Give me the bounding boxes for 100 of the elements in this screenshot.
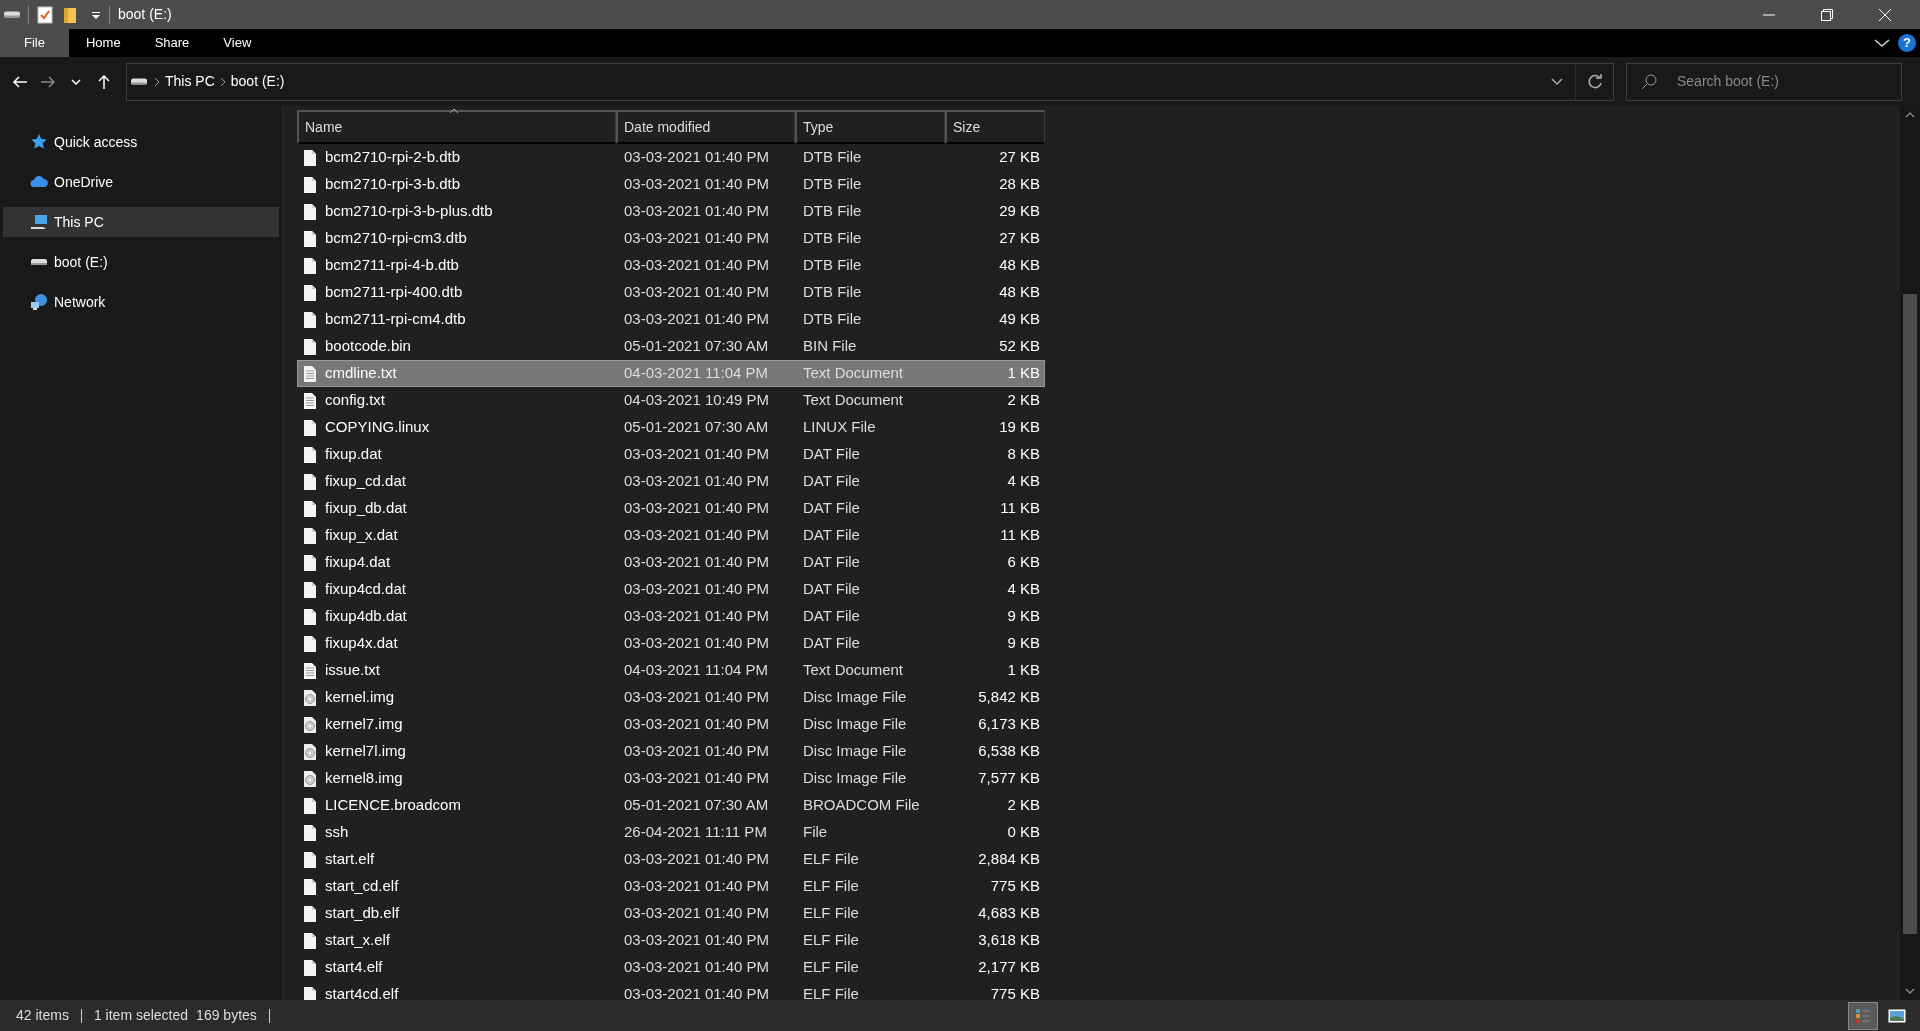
file-name: start4cd.elf xyxy=(325,984,399,1000)
nav-item[interactable]: OneDrive xyxy=(3,167,279,197)
file-row[interactable]: fixup4db.dat 03-03-2021 01:40 PM DAT File 9 KB xyxy=(297,603,1045,630)
expand-ribbon-icon[interactable] xyxy=(1874,38,1890,48)
file-name: ssh xyxy=(325,822,349,843)
file-row[interactable]: start.elf 03-03-2021 01:40 PM ELF File 2,884 KB xyxy=(297,846,1045,873)
search-field[interactable]: Search boot (E:) xyxy=(1675,70,1875,93)
breadcrumb-link[interactable]: This PC xyxy=(161,71,219,92)
file-row[interactable]: fixup_db.dat 03-03-2021 01:40 PM DAT File 11 KB xyxy=(297,495,1045,522)
selection-info: 1 item selected xyxy=(93,1006,189,1025)
file-row[interactable]: kernel7l.img 03-03-2021 01:40 PM Disc Image File 6,538 KB xyxy=(297,738,1045,765)
column-header[interactable]: Type xyxy=(795,110,945,144)
file-size: 6,538 KB xyxy=(977,741,1040,762)
ribbon-tab[interactable]: Home xyxy=(68,29,138,57)
file-row[interactable]: fixup.dat 03-03-2021 01:40 PM DAT File 8 KB xyxy=(297,441,1045,468)
file-row[interactable]: fixup4.dat 03-03-2021 01:40 PM DAT File 6 KB xyxy=(297,549,1045,576)
file-name: config.txt xyxy=(325,390,386,411)
file-type: DAT File xyxy=(802,579,861,600)
file-row[interactable]: start4.elf 03-03-2021 01:40 PM ELF File 2,177 KB xyxy=(297,954,1045,981)
file-row[interactable]: bcm2711-rpi-cm4.dtb 03-03-2021 01:40 PM DTB File 49 KB xyxy=(297,306,1045,333)
file-type: Disc Image File xyxy=(802,741,908,762)
file-type: DTB File xyxy=(802,309,863,330)
file-row[interactable]: bcm2710-rpi-3-b.dtb 03-03-2021 01:40 PM DTB File 28 KB xyxy=(297,171,1045,198)
file-size: 6,173 KB xyxy=(977,714,1040,735)
file-row[interactable]: bcm2710-rpi-3-b-plus.dtb 03-03-2021 01:40 PM DTB File 29 KB xyxy=(297,198,1045,225)
date-modified: 03-03-2021 01:40 PM xyxy=(623,147,771,168)
file-row[interactable]: bcm2711-rpi-4-b.dtb 03-03-2021 01:40 PM DTB File 48 KB xyxy=(297,252,1045,279)
selection-size: 169 bytes xyxy=(196,1006,257,1025)
file-size: 48 KB xyxy=(998,282,1040,303)
help-button[interactable]: ? xyxy=(1898,34,1916,52)
date-modified: 03-03-2021 01:40 PM xyxy=(623,849,771,870)
disc-image-icon xyxy=(303,769,317,788)
file-type: DTB File xyxy=(802,147,863,168)
file-row[interactable]: kernel7.img 03-03-2021 01:40 PM Disc Image File 6,173 KB xyxy=(297,711,1045,738)
folder-icon[interactable] xyxy=(63,5,77,24)
refresh-icon xyxy=(1586,73,1603,90)
date-modified: 05-01-2021 07:30 AM xyxy=(623,417,770,438)
file-name: bcm2711-rpi-cm4.dtb xyxy=(325,309,466,330)
file-size: 775 KB xyxy=(989,876,1040,897)
file-icon xyxy=(303,472,317,491)
file-row[interactable]: bcm2710-rpi-cm3.dtb 03-03-2021 01:40 PM DTB File 27 KB xyxy=(297,225,1045,252)
file-row[interactable]: fixup4x.dat 03-03-2021 01:40 PM DAT File 9 KB xyxy=(297,630,1045,657)
file-row[interactable]: kernel.img 03-03-2021 01:40 PM Disc Image File 5,842 KB xyxy=(297,684,1045,711)
file-name: LICENCE.broadcom xyxy=(325,795,461,816)
date-modified: 03-03-2021 01:40 PM xyxy=(623,471,771,492)
ribbon-tab[interactable]: Share xyxy=(137,29,207,57)
nav-item[interactable]: boot (E:) xyxy=(3,247,279,277)
ribbon-tab[interactable]: View xyxy=(206,29,269,57)
file-size: 4,683 KB xyxy=(977,903,1040,924)
date-modified: 03-03-2021 01:40 PM xyxy=(623,552,771,573)
file-row[interactable]: start4cd.elf 03-03-2021 01:40 PM ELF File 775 KB xyxy=(297,981,1045,1000)
file-row[interactable]: COPYING.linux 05-01-2021 07:30 AM LINUX File 19 KB xyxy=(297,414,1045,441)
file-row[interactable]: ssh 26-04-2021 11:11 PM File 0 KB xyxy=(297,819,1045,846)
file-row[interactable]: fixup4cd.dat 03-03-2021 01:40 PM DAT File 4 KB xyxy=(297,576,1045,603)
date-modified: 05-01-2021 07:30 AM xyxy=(623,336,770,357)
file-row[interactable]: config.txt 04-03-2021 10:49 PM Text Document 2 KB xyxy=(297,387,1045,414)
file-size: 1 KB xyxy=(1006,363,1040,384)
file-menu-tab[interactable]: File xyxy=(0,29,69,57)
nav-item[interactable]: This PC xyxy=(3,207,279,237)
file-row[interactable]: cmdline.txt 04-03-2021 11:04 PM Text Document 1 KB xyxy=(297,360,1045,387)
file-size: 48 KB xyxy=(998,255,1040,276)
file-type: DAT File xyxy=(802,606,861,627)
history-dropdown-icon[interactable] xyxy=(1551,77,1563,86)
details-view-button[interactable] xyxy=(1848,1001,1878,1030)
column-header[interactable]: Size xyxy=(945,110,1045,144)
nav-item[interactable]: Network xyxy=(3,287,279,317)
drive-icon xyxy=(4,11,20,18)
scroll-down-icon[interactable] xyxy=(1905,988,1915,994)
file-row[interactable]: bcm2710-rpi-2-b.dtb 03-03-2021 01:40 PM DTB File 27 KB xyxy=(297,144,1045,171)
date-modified: 03-03-2021 01:40 PM xyxy=(623,444,771,465)
file-row[interactable]: bcm2711-rpi-400.dtb 03-03-2021 01:40 PM DTB File 48 KB xyxy=(297,279,1045,306)
file-row[interactable]: fixup_cd.dat 03-03-2021 01:40 PM DAT File 4 KB xyxy=(297,468,1045,495)
breadcrumb-link[interactable]: boot (E:) xyxy=(226,71,289,92)
search-box[interactable]: Search boot (E:) xyxy=(1626,62,1902,101)
column-header[interactable]: Name xyxy=(297,110,616,144)
drive-icon xyxy=(131,78,147,85)
scroll-up-icon[interactable] xyxy=(1905,112,1915,118)
file-row[interactable]: LICENCE.broadcom 05-01-2021 07:30 AM BROADCOM File 2 KB xyxy=(297,792,1045,819)
file-row[interactable]: kernel8.img 03-03-2021 01:40 PM Disc Image File 7,577 KB xyxy=(297,765,1045,792)
date-modified: 03-03-2021 01:40 PM xyxy=(623,498,771,519)
file-row[interactable]: start_x.elf 03-03-2021 01:40 PM ELF File 3,618 KB xyxy=(297,927,1045,954)
file-size: 29 KB xyxy=(998,201,1040,222)
scrollbar-thumb[interactable] xyxy=(1903,294,1917,934)
checklist-icon[interactable] xyxy=(37,5,53,24)
file-row[interactable]: issue.txt 04-03-2021 11:04 PM Text Document 1 KB xyxy=(297,657,1045,684)
file-icon xyxy=(303,418,317,437)
file-row[interactable]: start_cd.elf 03-03-2021 01:40 PM ELF File 775 KB xyxy=(297,873,1045,900)
file-row[interactable]: fixup_x.dat 03-03-2021 01:40 PM DAT File 11 KB xyxy=(297,522,1045,549)
file-icon xyxy=(303,580,317,599)
file-row[interactable]: bootcode.bin 05-01-2021 07:30 AM BIN File 52 KB xyxy=(297,333,1045,360)
file-name: issue.txt xyxy=(325,660,381,681)
dropdown-icon[interactable] xyxy=(91,9,101,20)
file-type: DAT File xyxy=(802,552,861,573)
column-header[interactable]: Date modified xyxy=(616,110,795,144)
nav-item[interactable]: Quick access xyxy=(3,127,279,157)
file-type: ELF File xyxy=(802,903,860,924)
back-icon xyxy=(12,73,28,90)
file-row[interactable]: start_db.elf 03-03-2021 01:40 PM ELF File 4,683 KB xyxy=(297,900,1045,927)
file-type: DAT File xyxy=(802,525,861,546)
date-modified: 05-01-2021 07:30 AM xyxy=(623,795,770,816)
